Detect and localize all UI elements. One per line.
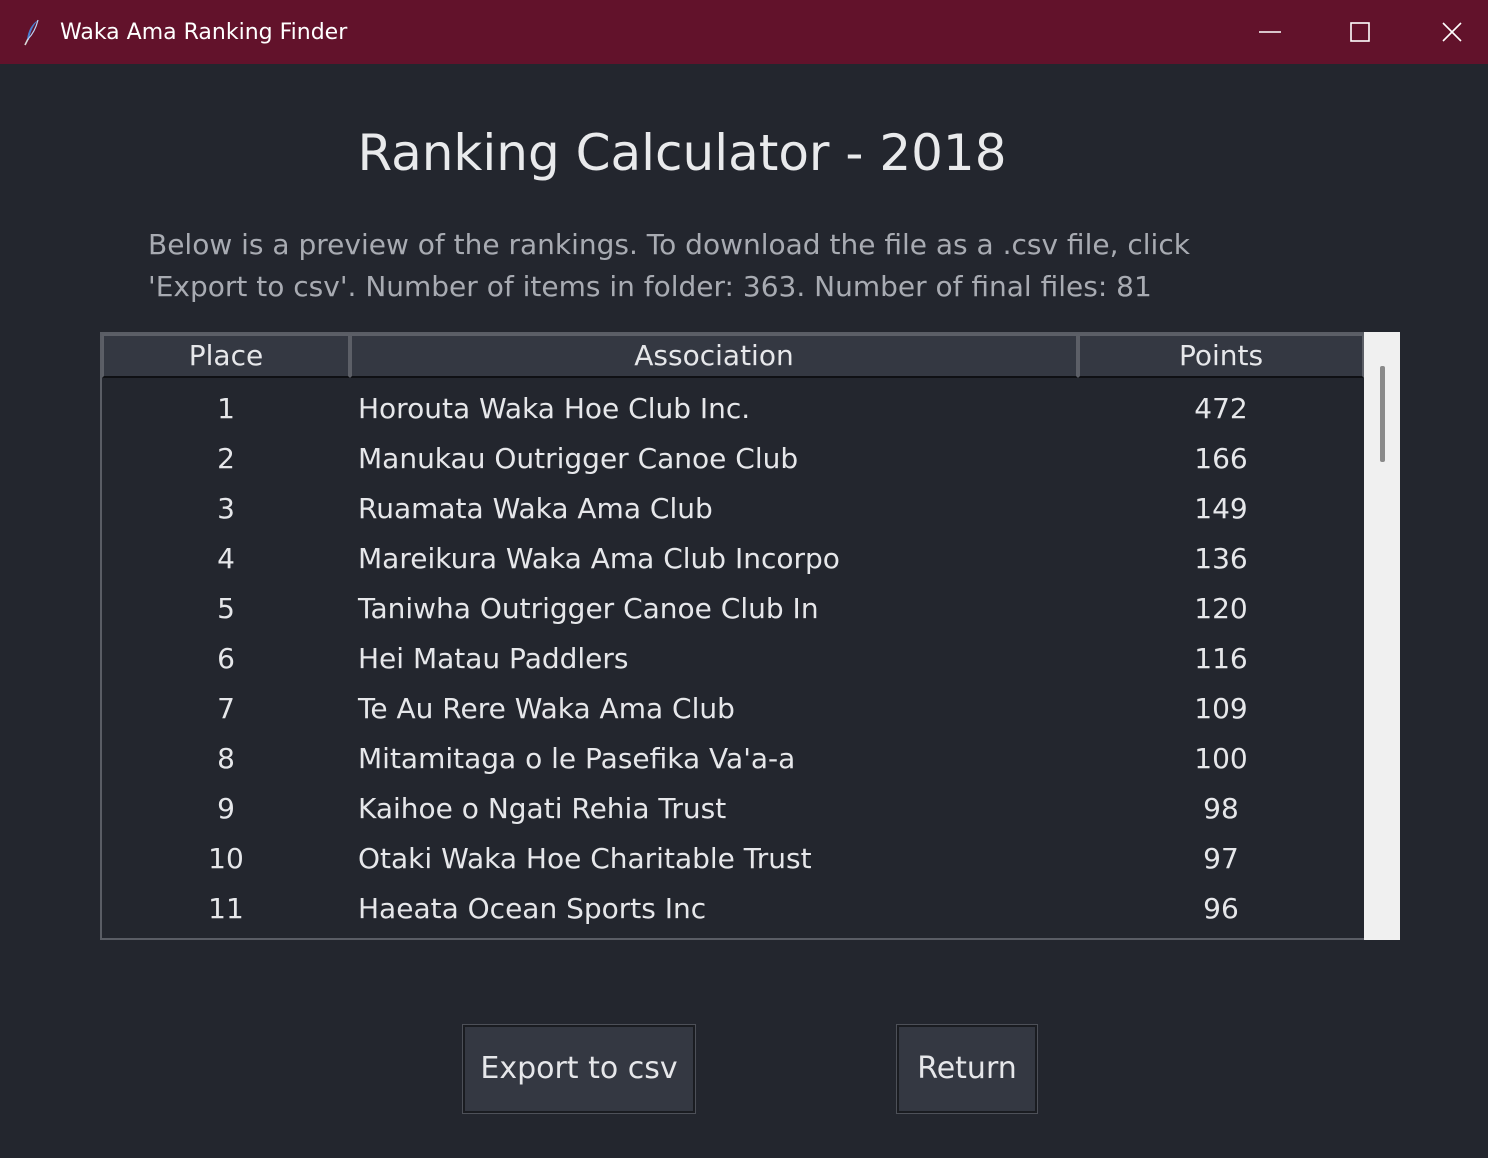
table-header: Place Association Points xyxy=(102,334,1364,380)
cell-place: 11 xyxy=(208,892,244,925)
cell-points: 136 xyxy=(1194,542,1248,575)
table-row[interactable]: 2 Manukau Outrigger Canoe Club 166 xyxy=(102,434,1364,484)
table-body: 1 Horouta Waka Hoe Club Inc. 472 2 Manukau O… xyxy=(102,384,1364,934)
table-row[interactable]: 11 Haeata Ocean Sports Inc 96 xyxy=(102,884,1364,934)
description-line-2: 'Export to csv'. Number of items in fold… xyxy=(148,270,1152,303)
cell-points: 109 xyxy=(1194,692,1248,725)
cell-place: 7 xyxy=(217,692,235,725)
maximize-button[interactable] xyxy=(1314,0,1406,64)
description-text: Below is a preview of the rankings. To d… xyxy=(148,224,1298,308)
cell-points: 97 xyxy=(1203,842,1239,875)
cell-place: 10 xyxy=(208,842,244,875)
table-row[interactable]: 3 Ruamata Waka Ama Club 149 xyxy=(102,484,1364,534)
table-row[interactable]: 5 Taniwha Outrigger Canoe Club In 120 xyxy=(102,584,1364,634)
close-button[interactable] xyxy=(1406,0,1488,64)
cell-points: 472 xyxy=(1194,392,1248,425)
cell-association: Otaki Waka Hoe Charitable Trust xyxy=(358,842,812,875)
export-csv-button[interactable]: Export to csv xyxy=(462,1024,696,1114)
cell-points: 166 xyxy=(1194,442,1248,475)
cell-association: Taniwha Outrigger Canoe Club In xyxy=(358,592,819,625)
window-title: Waka Ama Ranking Finder xyxy=(60,20,348,45)
cell-points: 96 xyxy=(1203,892,1239,925)
cell-points: 100 xyxy=(1194,742,1248,775)
close-icon xyxy=(1442,22,1462,42)
cell-place: 2 xyxy=(217,442,235,475)
column-header-place[interactable]: Place xyxy=(102,334,350,378)
cell-place: 1 xyxy=(217,392,235,425)
rankings-table: Place Association Points 1 Horouta Waka H… xyxy=(100,332,1400,940)
cell-association: Manukau Outrigger Canoe Club xyxy=(358,442,799,475)
minimize-button[interactable] xyxy=(1224,0,1316,64)
table-row[interactable]: 8 Mitamitaga o le Pasefika Va'a-a 100 xyxy=(102,734,1364,784)
cell-points: 120 xyxy=(1194,592,1248,625)
cell-place: 3 xyxy=(217,492,235,525)
cell-association: Hei Matau Paddlers xyxy=(358,642,629,675)
table-row[interactable]: 7 Te Au Rere Waka Ama Club 109 xyxy=(102,684,1364,734)
table-row[interactable]: 4 Mareikura Waka Ama Club Incorpo 136 xyxy=(102,534,1364,584)
scrollbar-thumb[interactable] xyxy=(1380,366,1385,462)
column-header-points[interactable]: Points xyxy=(1078,334,1364,378)
cell-place: 5 xyxy=(217,592,235,625)
maximize-icon xyxy=(1350,22,1370,42)
app-window: Waka Ama Ranking Finder Ranking Calculat… xyxy=(0,0,1488,1158)
table-row[interactable]: 1 Horouta Waka Hoe Club Inc. 472 xyxy=(102,384,1364,434)
cell-points: 98 xyxy=(1203,792,1239,825)
cell-points: 116 xyxy=(1194,642,1248,675)
page-title: Ranking Calculator - 2018 xyxy=(357,124,1007,182)
cell-place: 4 xyxy=(217,542,235,575)
cell-association: Horouta Waka Hoe Club Inc. xyxy=(358,392,751,425)
description-line-1: Below is a preview of the rankings. To d… xyxy=(148,228,1190,261)
table-row[interactable]: 10 Otaki Waka Hoe Charitable Trust 97 xyxy=(102,834,1364,884)
cell-association: Mareikura Waka Ama Club Incorpo xyxy=(358,542,840,575)
cell-association: Te Au Rere Waka Ama Club xyxy=(358,692,735,725)
cell-place: 8 xyxy=(217,742,235,775)
cell-place: 9 xyxy=(217,792,235,825)
cell-place: 6 xyxy=(217,642,235,675)
return-button[interactable]: Return xyxy=(896,1024,1038,1114)
minimize-icon xyxy=(1259,31,1281,33)
table-scrollbar[interactable] xyxy=(1364,332,1400,940)
column-header-association[interactable]: Association xyxy=(350,334,1078,378)
cell-association: Haeata Ocean Sports Inc xyxy=(358,892,707,925)
cell-association: Ruamata Waka Ama Club xyxy=(358,492,713,525)
title-bar[interactable]: Waka Ama Ranking Finder xyxy=(0,0,1488,64)
cell-points: 149 xyxy=(1194,492,1248,525)
table-row[interactable]: 9 Kaihoe o Ngati Rehia Trust 98 xyxy=(102,784,1364,834)
table-row[interactable]: 6 Hei Matau Paddlers 116 xyxy=(102,634,1364,684)
cell-association: Kaihoe o Ngati Rehia Trust xyxy=(358,792,727,825)
feather-icon xyxy=(22,18,42,46)
cell-association: Mitamitaga o le Pasefika Va'a-a xyxy=(358,742,796,775)
